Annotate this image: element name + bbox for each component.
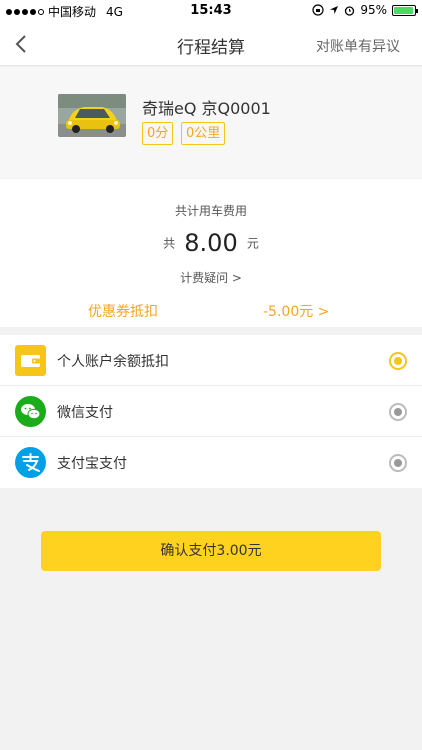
coupon-deduction-link[interactable]: -5.00元 > (263, 301, 329, 321)
dispute-bill-link[interactable]: 对账单有异议 (316, 36, 400, 56)
wallet-icon (15, 345, 46, 376)
radio-selected-icon[interactable] (389, 352, 407, 370)
fee-label: 共计用车费用 (174, 204, 247, 218)
location-icon (330, 6, 339, 14)
fee-unit: 元 (246, 236, 259, 251)
fee-card: 共计用车费用 共 8.00 元 计费疑问 > 优惠券抵扣 -5.00元 > (0, 179, 422, 327)
payment-label: 支付宝支付 (57, 456, 127, 472)
alipay-icon (15, 447, 46, 478)
battery-icon (392, 4, 418, 16)
confirm-payment-button[interactable]: 确认支付3.00元 (41, 531, 381, 571)
duration-tag: 0分 (142, 122, 174, 145)
fee-question-link[interactable]: 计费疑问 > (0, 269, 422, 286)
status-right: 95% (312, 3, 418, 17)
payment-label: 微信支付 (57, 405, 113, 421)
fee-amount: 8.00 (184, 229, 238, 257)
wechat-icon (15, 396, 46, 427)
status-bar: 中国移动 4G 15:43 95% (0, 0, 422, 22)
payment-option-wechat[interactable]: 微信支付 (0, 386, 422, 437)
payment-label: 个人账户余额抵扣 (57, 354, 169, 370)
radio-unselected-icon[interactable] (389, 454, 407, 472)
fee-total: 共 8.00 元 (0, 229, 422, 257)
alarm-icon (345, 5, 355, 16)
battery-percent: 95% (360, 3, 387, 17)
fee-prefix: 共 (163, 236, 176, 251)
coupon-label: 优惠券抵扣 (88, 304, 158, 320)
payment-option-alipay[interactable]: 支付宝支付 (0, 437, 422, 488)
payment-method-list: 个人账户余额抵扣 微信支付 支付宝支付 (0, 335, 422, 488)
payment-option-balance[interactable]: 个人账户余额抵扣 (0, 335, 422, 386)
nav-bar: 行程结算 对账单有异议 (0, 22, 422, 66)
car-photo (58, 94, 126, 137)
car-name: 奇瑞eQ 京Q0001 (142, 99, 271, 118)
radio-unselected-icon[interactable] (389, 403, 407, 421)
car-info-card: 奇瑞eQ 京Q0001 0分 0公里 (0, 67, 422, 178)
distance-tag: 0公里 (181, 122, 226, 145)
rotation-lock-icon (312, 4, 324, 16)
